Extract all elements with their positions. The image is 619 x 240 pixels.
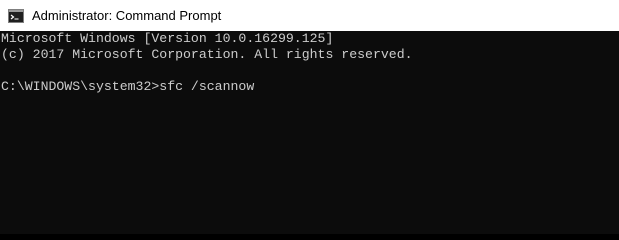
console-line: Microsoft Windows [Version 10.0.16299.12…	[1, 31, 334, 46]
console-output-area[interactable]: Microsoft Windows [Version 10.0.16299.12…	[0, 31, 619, 234]
command-line[interactable]: C:\WINDOWS\system32>sfc /scannow	[1, 79, 619, 95]
title-bar[interactable]: Administrator: Command Prompt	[0, 0, 619, 31]
window-title: Administrator: Command Prompt	[32, 8, 222, 23]
cmd-console-icon[interactable]	[8, 8, 24, 24]
console-line: (c) 2017 Microsoft Corporation. All righ…	[1, 47, 413, 62]
command-prompt-window: Administrator: Command Prompt Microsoft …	[0, 0, 619, 234]
